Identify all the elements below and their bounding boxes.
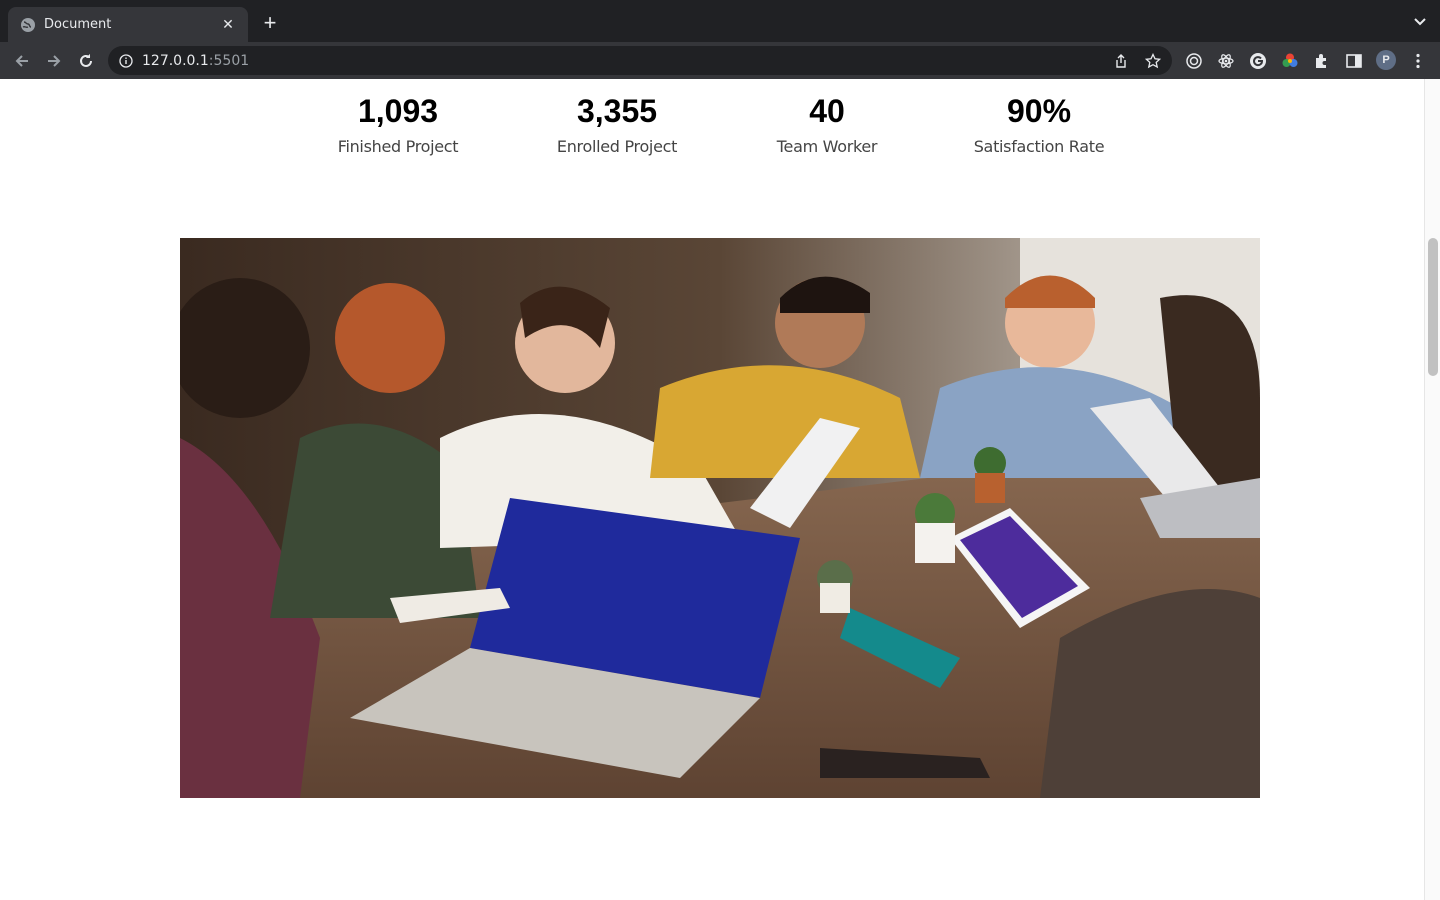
page-scrollbar[interactable] [1424,79,1440,900]
reload-icon[interactable] [75,50,97,72]
close-icon[interactable]: ✕ [220,16,236,33]
url-port: :5501 [208,52,250,69]
forward-icon[interactable] [43,50,65,72]
info-icon[interactable] [118,53,134,69]
stat-label: Satisfaction Rate [973,137,1105,156]
stat-value: 3,355 [576,93,658,129]
stat-label: Team Worker [776,137,878,156]
stat-value: 40 [809,93,845,129]
tab-strip: Document ✕ + [0,0,1440,42]
plus-icon[interactable]: + [258,12,282,36]
extension-target-icon[interactable] [1185,52,1203,70]
scroll-thumb[interactable] [1428,238,1438,376]
stat-label: Enrolled Project [556,137,678,156]
back-icon[interactable] [11,50,33,72]
globe-icon [20,17,36,33]
extension-color-icon[interactable] [1281,52,1299,70]
share-icon[interactable] [1112,52,1130,70]
extension-g-icon[interactable] [1249,52,1267,70]
stat-enrolled-project: 3,355 Enrolled Project [517,89,717,159]
stat-label: Finished Project [337,137,459,156]
stat-finished-project: 1,093 Finished Project [298,89,498,159]
kebab-menu-icon[interactable] [1409,52,1427,70]
address-bar[interactable]: 127.0.0.1:5501 [108,46,1172,75]
browser-toolbar: 127.0.0.1:5501 P [0,42,1440,79]
page-viewport: 1,093 Finished Project 3,355 Enrolled Pr… [0,79,1440,900]
extension-react-icon[interactable] [1217,52,1235,70]
stat-value: 90% [1006,93,1072,129]
star-icon[interactable] [1144,52,1162,70]
stats-row: 1,093 Finished Project 3,355 Enrolled Pr… [0,89,1424,179]
chevron-down-icon[interactable] [1412,13,1428,29]
stat-team-worker: 40 Team Worker [727,89,927,159]
team-meeting-photo [180,238,1260,798]
side-panel-icon[interactable] [1345,52,1363,70]
tab-title: Document [44,17,112,32]
stat-satisfaction-rate: 90% Satisfaction Rate [939,89,1139,159]
browser-tab[interactable]: Document ✕ [8,7,248,42]
puzzle-icon[interactable] [1313,52,1331,70]
stat-value: 1,093 [357,93,439,129]
avatar[interactable]: P [1376,50,1396,70]
url-host: 127.0.0.1 [142,52,209,69]
